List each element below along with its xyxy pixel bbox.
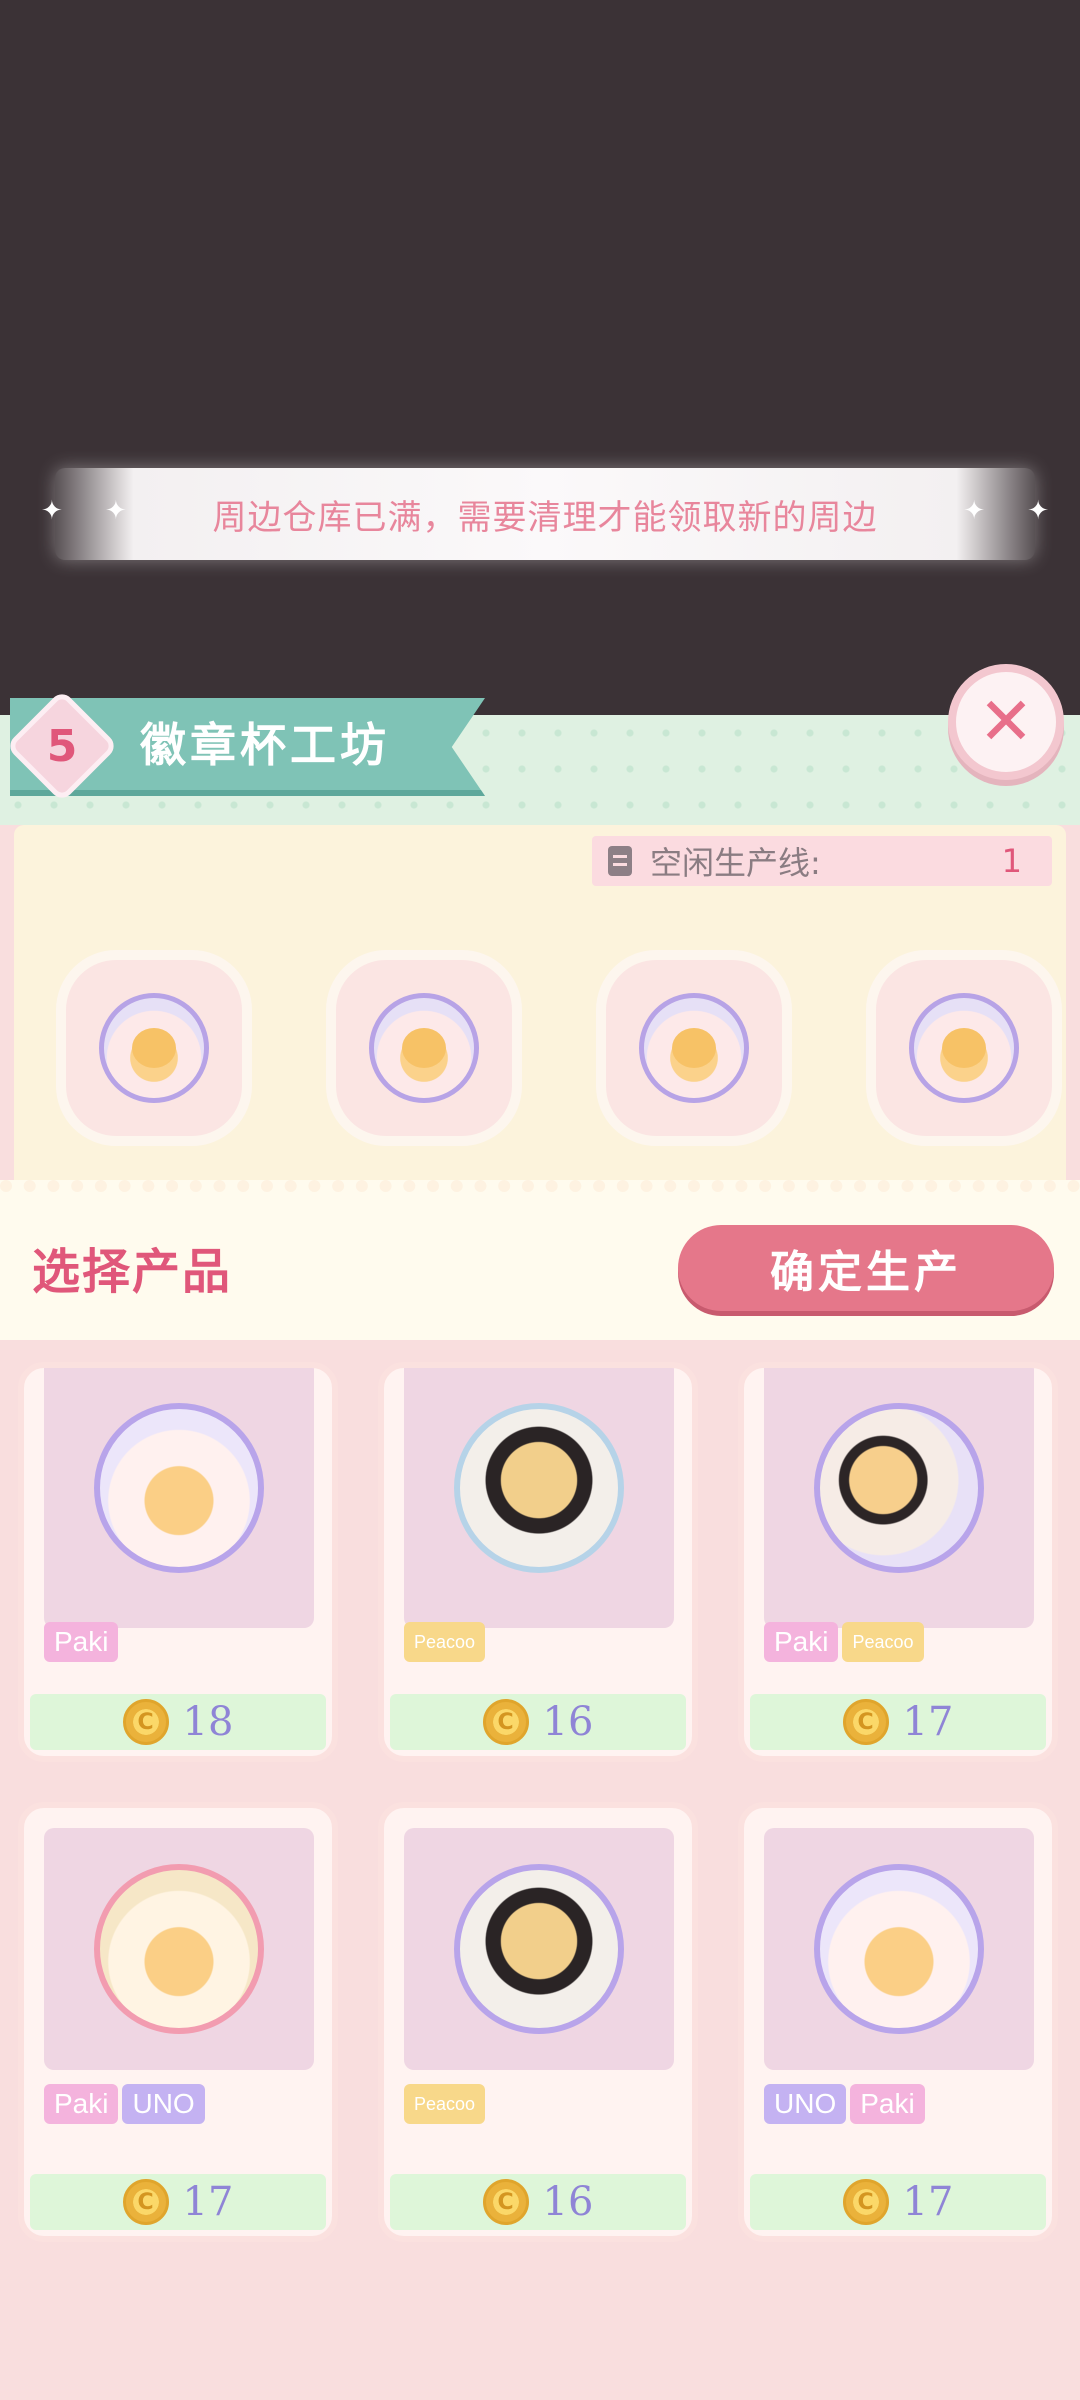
product-card[interactable]: Paki C 18 — [18, 1362, 338, 1762]
coin-icon: C — [122, 1699, 169, 1745]
character-tag: Peacoo — [404, 2084, 486, 2124]
character-tag: UNO — [122, 2084, 205, 2124]
product-image — [44, 1828, 314, 2070]
badge-icon — [369, 993, 479, 1103]
production-slot[interactable] — [56, 950, 252, 1146]
toast-message: 周边仓库已满，需要清理才能领取新的周边 — [212, 497, 878, 538]
coin-icon: C — [482, 1699, 529, 1745]
price-bar: C 16 — [390, 1694, 686, 1750]
list-icon — [608, 846, 632, 876]
badge-icon — [94, 1864, 264, 2034]
character-tag: Paki — [764, 1622, 839, 1662]
workshop-level: 5 — [46, 721, 78, 772]
sparkle-icon: ✦ — [105, 496, 127, 526]
product-image — [764, 1828, 1034, 2070]
badge-icon — [94, 1403, 264, 1573]
close-button[interactable]: ✕ — [948, 664, 1064, 780]
product-price: 16 — [542, 1699, 594, 1745]
badge-icon — [454, 1864, 624, 2034]
badge-icon — [909, 993, 1019, 1103]
product-image — [44, 1368, 314, 1628]
product-tags: Peacoo — [404, 1622, 486, 1662]
coin-icon: C — [122, 2179, 169, 2225]
production-slot[interactable] — [596, 950, 792, 1146]
close-icon: ✕ — [978, 683, 1034, 760]
product-card[interactable]: UNO Paki C 17 — [738, 1802, 1058, 2242]
coin-icon: C — [842, 1699, 889, 1745]
badge-icon — [454, 1403, 624, 1573]
product-price: 16 — [542, 2179, 594, 2225]
product-tags: Paki — [44, 1622, 119, 1662]
coin-icon: C — [482, 2179, 529, 2225]
character-tag: UNO — [764, 2084, 847, 2124]
product-price: 17 — [902, 2179, 954, 2225]
product-image — [404, 1828, 674, 2070]
confirm-production-button[interactable]: 确定生产 — [678, 1225, 1054, 1311]
production-slot[interactable] — [326, 950, 522, 1146]
character-tag: Peacoo — [842, 1622, 924, 1662]
product-image — [764, 1368, 1034, 1628]
badge-icon — [814, 1403, 984, 1573]
badge-icon — [99, 993, 209, 1103]
product-card[interactable]: Peacoo C 16 — [378, 1362, 698, 1762]
price-bar: C 17 — [30, 2174, 326, 2230]
product-price: 17 — [902, 1699, 954, 1745]
select-product-title: 选择产品 — [32, 1244, 233, 1300]
dimmed-background: ✦ ✦ 周边仓库已满，需要清理才能领取新的周边 ✦ ✦ — [0, 0, 1080, 715]
coin-icon: C — [842, 2179, 889, 2225]
sparkle-icon: ✦ — [41, 496, 63, 526]
idle-lines-indicator: 空闲生产线: 1 — [592, 836, 1052, 886]
confirm-production-label: 确定生产 — [770, 1247, 962, 1298]
sparkle-icon: ✦ — [1027, 496, 1049, 526]
product-price: 17 — [182, 2179, 234, 2225]
sparkle-icon: ✦ — [963, 496, 985, 526]
product-price: 18 — [182, 1699, 234, 1745]
idle-lines-count: 1 — [1001, 842, 1022, 880]
product-tags: UNO Paki — [764, 2084, 925, 2124]
character-tag: Paki — [850, 2084, 925, 2124]
workshop-title: 徽章杯工坊 — [140, 718, 390, 772]
badge-icon — [639, 993, 749, 1103]
price-bar: C 17 — [750, 2174, 1046, 2230]
product-tags: Peacoo — [404, 2084, 486, 2124]
character-tag: Paki — [44, 2084, 119, 2124]
price-bar: C 16 — [390, 2174, 686, 2230]
idle-lines-label: 空闲生产线: — [650, 844, 821, 882]
badge-icon — [814, 1864, 984, 2034]
character-tag: Peacoo — [404, 1622, 486, 1662]
production-slot[interactable] — [866, 950, 1062, 1146]
character-tag: Paki — [44, 1622, 119, 1662]
product-card[interactable]: Paki UNO C 17 — [18, 1802, 338, 2242]
price-bar: C 18 — [30, 1694, 326, 1750]
product-card[interactable]: Peacoo C 16 — [378, 1802, 698, 2242]
warehouse-full-toast: ✦ ✦ 周边仓库已满，需要清理才能领取新的周边 ✦ ✦ — [41, 468, 1049, 560]
price-bar: C 17 — [750, 1694, 1046, 1750]
product-card[interactable]: Paki Peacoo C 17 — [738, 1362, 1058, 1762]
product-image — [404, 1368, 674, 1628]
product-tags: Paki Peacoo — [764, 1622, 924, 1662]
product-tags: Paki UNO — [44, 2084, 205, 2124]
